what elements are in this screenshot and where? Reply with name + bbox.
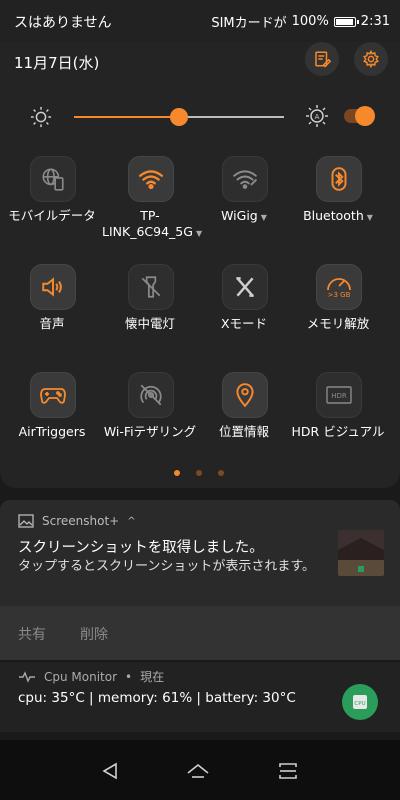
edit-icon	[315, 51, 331, 68]
bluetooth-icon	[316, 156, 362, 202]
share-button[interactable]: 共有	[18, 624, 46, 644]
notification-app-name: Screenshot+	[42, 514, 120, 528]
page-dot[interactable]	[174, 470, 180, 476]
navigation-bar	[0, 740, 400, 800]
tile-label: 懐中電灯	[124, 316, 175, 331]
tile-label: TP-LINK_6C94_5G ▼	[102, 208, 203, 239]
recents-button[interactable]	[276, 760, 300, 782]
notification-app-name: Cpu Monitor	[44, 669, 118, 684]
auto-brightness-icon: A	[306, 105, 328, 127]
tile-label: モバイルデータ	[8, 208, 96, 223]
tile-location[interactable]: 位置情報	[196, 372, 292, 472]
tile-label: 位置情報	[218, 424, 269, 439]
image-icon	[18, 514, 34, 528]
location-icon	[222, 372, 268, 418]
home-icon	[187, 763, 209, 778]
memory-badge: >3 GB	[328, 291, 351, 299]
page-indicator	[174, 470, 224, 476]
tile-hdr-visual[interactable]: HDR HDR ビジュアル	[290, 372, 386, 472]
brightness-row: A	[0, 100, 400, 134]
brightness-low-icon	[30, 106, 52, 128]
airtriggers-icon	[30, 372, 76, 418]
tile-x-mode[interactable]: Xモード	[196, 264, 292, 364]
delete-button[interactable]: 削除	[80, 624, 108, 644]
tile-flashlight[interactable]: 懐中電灯	[102, 264, 198, 364]
recents-icon	[279, 763, 297, 779]
tile-label: HDR ビジュアル	[291, 424, 385, 439]
memory-clean-icon: >3 GB	[316, 264, 362, 310]
hdr-icon: HDR	[316, 372, 362, 418]
notification-time: 現在	[140, 670, 165, 684]
cpu-icon-label: CPU	[354, 701, 365, 707]
cpu-monitor-notification[interactable]: Cpu Monitor • 現在 cpu: 35°C | memory: 61%…	[0, 662, 400, 732]
tile-wifi-tethering[interactable]: Wi-Fiテザリング	[102, 372, 198, 472]
home-button[interactable]	[186, 760, 210, 782]
battery-icon	[333, 16, 359, 27]
notification-title: スクリーンショットを取得しました。	[18, 540, 264, 556]
wigig-icon	[222, 156, 268, 202]
tile-sound[interactable]: 音声	[4, 264, 100, 364]
dropdown-caret-icon[interactable]: ▼	[367, 213, 373, 222]
tile-bluetooth[interactable]: Bluetooth ▼	[290, 156, 386, 256]
cpu-icon: CPU	[342, 684, 378, 720]
x-mode-icon	[222, 264, 268, 310]
sim-text: SIMカードが	[211, 16, 287, 31]
mobile-data-icon	[30, 156, 76, 202]
settings-button[interactable]	[354, 42, 388, 76]
hotspot-off-icon	[128, 372, 174, 418]
tile-label: Xモード	[220, 316, 268, 331]
tile-airtriggers[interactable]: AirTriggers	[4, 372, 100, 472]
notification-header: Cpu Monitor • 現在	[18, 668, 164, 685]
brightness-slider-fill	[74, 116, 179, 118]
status-right: SIMカードが 100% 2:31	[211, 12, 390, 31]
back-icon	[102, 762, 117, 780]
screenshot-thumbnail	[338, 530, 384, 576]
carrier-text: スはありません	[14, 15, 112, 31]
tile-label: メモリ解放	[306, 316, 370, 331]
tile-label: WiGig ▼	[221, 208, 267, 223]
back-button[interactable]	[98, 760, 122, 782]
separator-dot: •	[125, 669, 133, 684]
quick-settings-panel: スはありません SIMカードが 100% 2:31 11月7日(水) A モバイ…	[0, 0, 400, 488]
tile-label: Wi-Fiテザリング	[103, 424, 197, 439]
notification-text: タップするとスクリーンショットが表示されます。	[18, 559, 316, 574]
status-bar: スはありません SIMカードが 100% 2:31	[0, 0, 400, 42]
speaker-icon	[30, 264, 76, 310]
tile-memory-clean[interactable]: >3 GB メモリ解放	[290, 264, 386, 364]
clock: 2:31	[360, 14, 390, 29]
wifi-icon	[128, 156, 174, 202]
notification-text: cpu: 35°C | memory: 61% | battery: 30°C	[18, 690, 296, 706]
battery-percent: 100%	[291, 14, 329, 29]
pulse-icon	[19, 670, 35, 683]
brightness-slider-thumb[interactable]	[170, 108, 188, 126]
svg-text:A: A	[315, 113, 320, 121]
chevron-up-icon[interactable]: ^	[127, 516, 135, 527]
dropdown-caret-icon[interactable]: ▼	[261, 213, 267, 222]
auto-brightness-toggle[interactable]	[344, 106, 375, 126]
tile-label: AirTriggers	[18, 424, 86, 439]
page-dot[interactable]	[196, 470, 202, 476]
auto-brightness-toggle-knob	[355, 106, 375, 126]
edit-tiles-button[interactable]	[305, 42, 339, 76]
screenshot-notification[interactable]: Screenshot+ ^ スクリーンショットを取得しました。 タップするとスク…	[0, 500, 400, 660]
notification-header: Screenshot+ ^	[18, 514, 136, 528]
tile-wifi[interactable]: TP-LINK_6C94_5G ▼	[102, 156, 203, 256]
tile-label: Bluetooth ▼	[303, 208, 373, 223]
brightness-slider[interactable]	[74, 108, 284, 126]
flashlight-off-icon	[128, 264, 174, 310]
tile-wigig[interactable]: WiGig ▼	[196, 156, 292, 256]
notification-actions: 共有 削除	[0, 606, 400, 660]
page-dot[interactable]	[218, 470, 224, 476]
gear-icon	[363, 50, 379, 68]
tile-label: 音声	[39, 316, 65, 331]
hdr-badge: HDR	[331, 392, 347, 400]
date-label: 11月7日(水)	[14, 54, 100, 72]
tile-mobile-data[interactable]: モバイルデータ	[4, 156, 100, 256]
